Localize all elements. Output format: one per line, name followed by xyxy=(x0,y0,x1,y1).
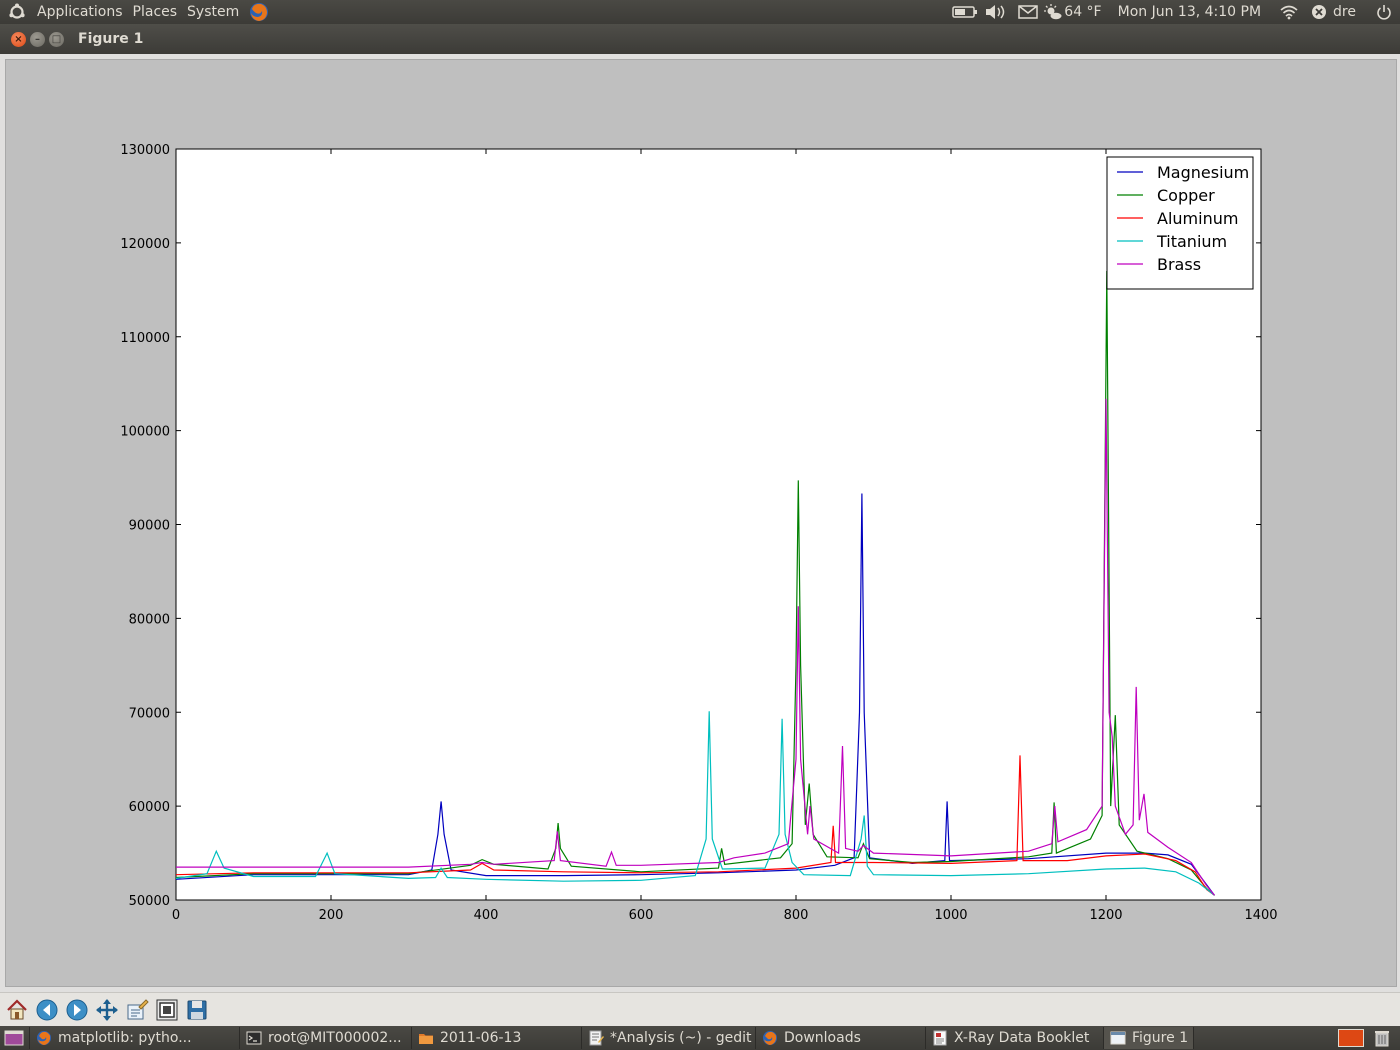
subplots-button[interactable] xyxy=(124,996,150,1024)
folder-icon xyxy=(418,1030,434,1046)
plot-area xyxy=(175,148,1262,901)
taskbar-item[interactable]: Figure 1 xyxy=(1104,1027,1194,1049)
trash-button[interactable] xyxy=(1370,1027,1400,1049)
y-tick-label: 130000 xyxy=(120,143,170,158)
x-tick-label: 400 xyxy=(474,908,499,923)
firefox-icon xyxy=(762,1030,778,1046)
window-title: Figure 1 xyxy=(78,31,144,47)
taskbar-item[interactable]: matplotlib: pytho... xyxy=(30,1027,240,1049)
trash-icon xyxy=(1375,1031,1389,1047)
mail-icon[interactable] xyxy=(1018,5,1039,19)
legend-label: Titanium xyxy=(1156,232,1227,251)
y-tick-label: 100000 xyxy=(120,425,170,440)
legend-label: Magnesium xyxy=(1157,163,1249,182)
zoom-icon xyxy=(156,999,178,1020)
y-tick-label: 70000 xyxy=(129,706,170,721)
legend: Magnesium Copper Aluminum Titanium Brass xyxy=(1106,156,1254,290)
navigation-toolbar xyxy=(0,992,1400,1026)
figure-area: 0 200 400 600 800 1000 1200 1400 50000 60000 70000… xyxy=(0,54,1400,992)
workspace-1[interactable] xyxy=(1338,1029,1364,1047)
user-status-icon[interactable] xyxy=(1311,4,1327,20)
weather-text[interactable]: 64 °F xyxy=(1064,0,1101,24)
x-tick-label: 0 xyxy=(172,908,180,923)
x-tick-label: 1000 xyxy=(934,908,967,923)
y-tick-label: 120000 xyxy=(120,237,170,252)
taskbar-item-label: Figure 1 xyxy=(1132,1030,1189,1046)
pan-button[interactable] xyxy=(94,996,120,1024)
terminal-icon xyxy=(246,1030,262,1046)
legend-label: Aluminum xyxy=(1157,209,1238,228)
legend-label: Brass xyxy=(1157,255,1201,274)
y-tick-label: 50000 xyxy=(129,894,170,909)
back-icon xyxy=(36,999,58,1020)
x-tick-label: 1400 xyxy=(1244,908,1277,923)
maximize-icon: □ xyxy=(51,33,62,45)
main-menu: Applications Places System xyxy=(32,0,244,24)
menu-places[interactable]: Places xyxy=(128,0,183,24)
back-button[interactable] xyxy=(34,996,60,1024)
x-tick-label: 200 xyxy=(319,908,344,923)
forward-button[interactable] xyxy=(64,996,90,1024)
zoom-button[interactable] xyxy=(154,996,180,1024)
y-tick-label: 110000 xyxy=(120,331,170,346)
line-chart[interactable]: 0 200 400 600 800 1000 1200 1400 50000 60000 70000… xyxy=(6,60,1398,988)
taskbar-item-label: X-Ray Data Booklet xyxy=(954,1030,1090,1046)
gedit-icon xyxy=(588,1030,604,1046)
close-button[interactable]: × xyxy=(11,31,26,47)
forward-icon xyxy=(66,999,88,1020)
show-desktop-button[interactable] xyxy=(0,1027,30,1049)
taskbar-item[interactable]: *Analysis (~) - gedit xyxy=(582,1027,756,1049)
system-tray: 64 °F Mon Jun 13, 4:10 PM dre xyxy=(952,0,1400,24)
volume-icon[interactable] xyxy=(984,4,1006,20)
save-icon xyxy=(187,1000,207,1019)
taskbar-item[interactable]: 2011-06-13 xyxy=(412,1027,582,1049)
show-desktop-icon xyxy=(4,1030,24,1046)
x-tick-label: 800 xyxy=(784,908,809,923)
home-icon xyxy=(7,998,27,1019)
x-tick-label: 1200 xyxy=(1089,908,1122,923)
taskbar-item-label: *Analysis (~) - gedit xyxy=(610,1030,752,1046)
taskbar-item-label: root@MIT000002... xyxy=(268,1030,402,1046)
wifi-icon[interactable] xyxy=(1279,4,1299,20)
figure-canvas[interactable]: 0 200 400 600 800 1000 1200 1400 50000 60000 70000… xyxy=(5,59,1397,987)
weather-icon[interactable] xyxy=(1044,4,1062,20)
subplots-icon xyxy=(127,998,149,1019)
window-titlebar[interactable]: × – □ Figure 1 xyxy=(0,24,1400,54)
pan-icon xyxy=(96,998,118,1021)
taskbar-item-label: Downloads xyxy=(784,1030,861,1046)
y-tick-label: 90000 xyxy=(129,519,170,534)
close-icon: × xyxy=(14,33,23,45)
workspace-switcher[interactable] xyxy=(1250,1027,1370,1049)
power-icon[interactable] xyxy=(1376,4,1392,20)
menu-applications[interactable]: Applications xyxy=(32,0,128,24)
taskbar-item[interactable]: X-Ray Data Booklet xyxy=(926,1027,1104,1049)
y-tick-label: 60000 xyxy=(129,800,170,815)
window-icon xyxy=(1110,1030,1126,1046)
taskbar-item[interactable]: root@MIT000002... xyxy=(240,1027,412,1049)
minimize-icon: – xyxy=(35,33,40,45)
ubuntu-logo-icon[interactable] xyxy=(6,1,28,23)
home-button[interactable] xyxy=(4,996,30,1024)
firefox-launcher-icon[interactable] xyxy=(248,1,270,23)
battery-icon[interactable] xyxy=(952,5,978,19)
firefox-icon xyxy=(36,1030,52,1046)
top-panel: Applications Places System 64 °F Mon Jun… xyxy=(0,0,1400,24)
y-tick-label: 80000 xyxy=(129,612,170,627)
clock[interactable]: Mon Jun 13, 4:10 PM xyxy=(1118,0,1261,24)
taskbar-item-label: 2011-06-13 xyxy=(440,1030,522,1046)
taskbar-item-label: matplotlib: pytho... xyxy=(58,1030,192,1046)
document-icon xyxy=(932,1030,948,1046)
bottom-taskbar: matplotlib: pytho... root@MIT000002... 201… xyxy=(0,1026,1400,1050)
legend-label: Copper xyxy=(1157,186,1215,205)
user-name[interactable]: dre xyxy=(1333,0,1356,24)
save-button[interactable] xyxy=(184,996,210,1024)
x-tick-label: 600 xyxy=(629,908,654,923)
taskbar-item[interactable]: Downloads xyxy=(756,1027,926,1049)
maximize-button[interactable]: □ xyxy=(49,31,64,47)
minimize-button[interactable]: – xyxy=(30,31,45,47)
menu-system[interactable]: System xyxy=(182,0,244,24)
